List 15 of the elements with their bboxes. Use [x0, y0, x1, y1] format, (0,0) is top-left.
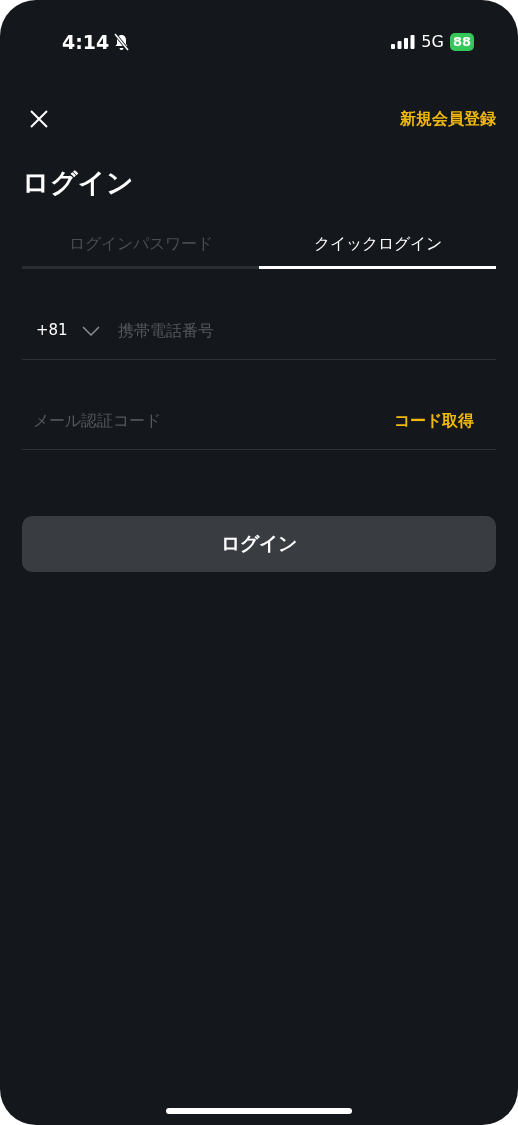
page-title: ログイン — [21, 166, 135, 200]
battery-indicator: 88 — [449, 33, 474, 51]
signal-icon — [391, 35, 416, 49]
bell-slash-icon — [113, 33, 131, 51]
get-code-button[interactable]: コード取得 — [394, 408, 474, 433]
close-icon[interactable] — [29, 109, 49, 129]
country-code-selector[interactable]: +81 — [36, 319, 68, 342]
chevron-down-icon — [81, 325, 100, 336]
code-field[interactable]: メール認証コード — [33, 408, 394, 433]
register-link[interactable]: 新規会員登録 — [400, 107, 496, 131]
network-label: 5G — [421, 31, 444, 53]
login-button[interactable]: ログイン — [22, 515, 496, 572]
status-time: 4:14 — [62, 29, 110, 55]
phone-field[interactable]: +81 携帯電話番号 — [22, 302, 496, 360]
login-tab[interactable]: クイックログイン — [259, 231, 496, 269]
